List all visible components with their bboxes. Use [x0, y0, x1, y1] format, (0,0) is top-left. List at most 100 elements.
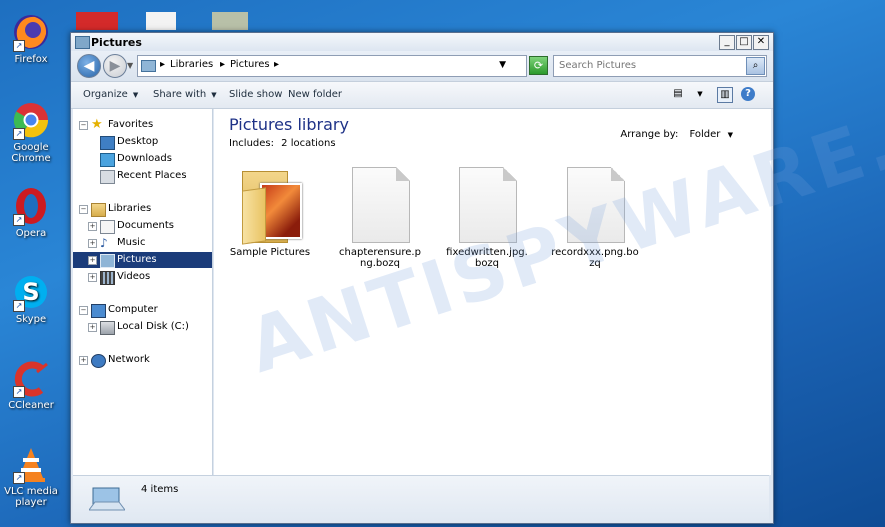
includes-locations-link[interactable]: 2 locations [281, 138, 335, 149]
address-dropdown-icon[interactable]: ▼ [499, 60, 506, 70]
refresh-button[interactable]: ⟳ [529, 56, 548, 75]
organize-button[interactable]: Organize ▼ [83, 89, 138, 100]
library-icon [141, 60, 156, 72]
search-input[interactable] [554, 56, 744, 74]
desktop-icon-ccleaner[interactable]: ↗ CCleaner [0, 358, 62, 411]
desktop-icon-vlc[interactable]: ↗ VLC media player [0, 444, 62, 508]
desktop-icon-partial[interactable] [76, 12, 118, 30]
desktop-icon-opera[interactable]: ↗ Opera [0, 186, 62, 239]
tree-pictures[interactable]: + Pictures [73, 252, 212, 268]
title-bar[interactable]: Pictures _ □ ✕ [71, 33, 773, 51]
expand-icon[interactable]: + [88, 273, 97, 282]
breadcrumb-separator[interactable]: ▸ [160, 59, 165, 70]
desktop-icon-firefox[interactable]: ↗ Firefox [0, 12, 62, 65]
chrome-icon: ↗ [11, 100, 51, 140]
expand-icon[interactable]: + [79, 356, 88, 365]
file-name: fixedwritten.jpg.bozq [446, 247, 528, 269]
videos-icon [100, 271, 115, 285]
tree-label: Computer [108, 304, 158, 315]
view-icon[interactable]: ▤ [671, 87, 685, 101]
collapse-icon[interactable]: − [79, 306, 88, 315]
tree-music[interactable]: + ♪ Music [73, 235, 212, 251]
slide-show-button[interactable]: Slide show [229, 89, 282, 100]
minimize-button[interactable]: _ [719, 35, 735, 50]
tree-label: Music [117, 237, 146, 248]
file-item[interactable]: chapterensure.png.bozq [334, 165, 426, 269]
breadcrumb-separator[interactable]: ▸ [274, 59, 279, 70]
close-button[interactable]: ✕ [753, 35, 769, 50]
desktop-icon-skype[interactable]: S ↗ Skype [0, 272, 62, 325]
back-button[interactable]: ◀ [77, 54, 101, 78]
tree-label: Local Disk (C:) [117, 321, 189, 332]
desktop-icon-partial[interactable] [212, 12, 248, 30]
includes-label: Includes: [229, 138, 274, 149]
opera-icon: ↗ [11, 186, 51, 226]
explorer-window[interactable]: Pictures _ □ ✕ ◀ ▶ ▼ ▸ Libraries ▸ Pictu… [70, 32, 774, 524]
tree-network[interactable]: + Network [73, 352, 212, 368]
arrange-by-dropdown[interactable]: Folder ▼ [690, 129, 733, 140]
skype-icon: S ↗ [11, 272, 51, 312]
preview-pane-icon[interactable]: ▥ [717, 87, 733, 103]
tree-computer[interactable]: − Computer [73, 302, 212, 318]
library-title: Pictures library [229, 115, 349, 134]
tree-recent-places[interactable]: Recent Places [73, 168, 212, 184]
desktop-icon-label: Skype [15, 314, 47, 325]
tree-downloads[interactable]: Downloads [73, 151, 212, 167]
search-box[interactable]: ⌕ [553, 55, 767, 77]
desktop-icon-partial[interactable] [146, 12, 176, 30]
tree-label: Desktop [117, 136, 159, 147]
new-folder-button[interactable]: New folder [288, 89, 342, 100]
help-icon[interactable]: ? [741, 87, 755, 101]
computer-icon [91, 304, 106, 318]
desktop-icon-chrome[interactable]: ↗ Google Chrome [0, 100, 62, 164]
breadcrumb-pictures[interactable]: Pictures [230, 59, 270, 70]
collapse-icon[interactable]: − [79, 121, 88, 130]
file-item[interactable]: Sample Pictures [224, 165, 316, 258]
file-name: recordxxx.png.bozq [551, 247, 639, 269]
breadcrumb-libraries[interactable]: Libraries [170, 59, 213, 70]
tree-label: Documents [117, 220, 175, 231]
tree-documents[interactable]: + Documents [73, 218, 212, 234]
file-item[interactable]: recordxxx.png.bozq [549, 165, 641, 269]
tree-videos[interactable]: + Videos [73, 269, 212, 285]
pictures-icon [100, 254, 115, 268]
expand-icon[interactable]: + [88, 256, 97, 265]
hard-drive-icon [100, 321, 115, 335]
tree-desktop[interactable]: Desktop [73, 134, 212, 150]
expand-icon[interactable]: + [88, 222, 97, 231]
folder-icon [75, 36, 90, 49]
ccleaner-icon: ↗ [11, 358, 51, 398]
expand-icon[interactable]: + [88, 239, 97, 248]
search-icon[interactable]: ⌕ [746, 57, 765, 75]
breadcrumb-separator[interactable]: ▸ [220, 59, 225, 70]
library-includes: Includes: 2 locations [229, 138, 336, 149]
music-icon: ♪ [100, 236, 108, 250]
forward-button[interactable]: ▶ [103, 54, 127, 78]
desktop-icon-label: CCleaner [8, 400, 54, 411]
recent-pages-dropdown[interactable]: ▼ [127, 61, 133, 70]
collapse-icon[interactable]: − [79, 205, 88, 214]
share-with-button[interactable]: Share with ▼ [153, 89, 217, 100]
libraries-icon [91, 203, 106, 217]
item-count: 4 items [141, 484, 179, 495]
expand-icon[interactable]: + [88, 323, 97, 332]
file-item[interactable]: fixedwritten.jpg.bozq [441, 165, 533, 269]
tree-favorites[interactable]: − ★ Favorites [73, 117, 212, 133]
command-bar: Organize ▼ Share with ▼ Slide show New fol… [71, 81, 773, 109]
blank-file-icon [459, 167, 517, 243]
desktop-icon-label: Google Chrome [11, 142, 51, 164]
arrange-by: Arrange by: Folder ▼ [620, 129, 733, 140]
details-pane: 4 items [73, 475, 769, 522]
tree-label: Recent Places [117, 170, 187, 181]
tree-local-disk[interactable]: + Local Disk (C:) [73, 319, 212, 335]
tree-libraries[interactable]: − Libraries [73, 201, 212, 217]
view-dropdown-icon[interactable]: ▼ [693, 87, 707, 101]
arrange-by-label: Arrange by: [620, 129, 679, 140]
content-pane[interactable]: Pictures library Includes: 2 locations A… [214, 109, 771, 475]
address-bar[interactable]: ▸ Libraries ▸ Pictures ▸ ▼ [137, 55, 527, 77]
maximize-button[interactable]: □ [736, 35, 752, 50]
vlc-icon: ↗ [11, 444, 51, 484]
navigation-pane: − ★ Favorites Desktop Downloads Recent P… [73, 109, 213, 475]
file-name: chapterensure.png.bozq [339, 247, 421, 269]
documents-icon [100, 220, 115, 234]
